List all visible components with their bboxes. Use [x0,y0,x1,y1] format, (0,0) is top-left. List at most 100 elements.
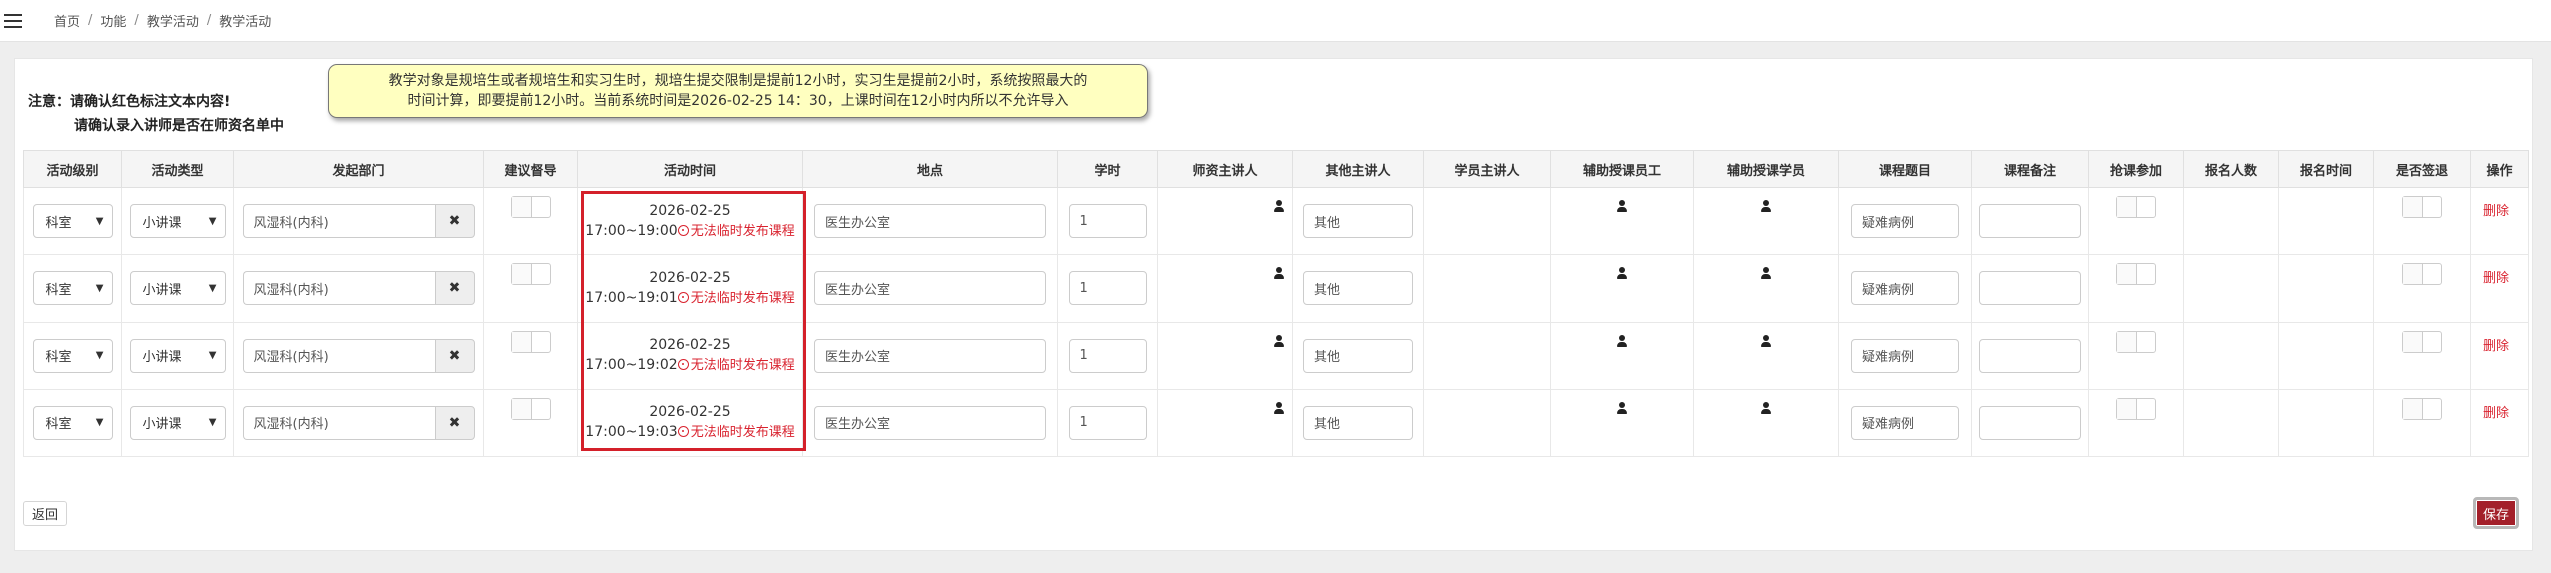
notice-line-2: 请确认录入讲师是否在师资名单中 [74,118,284,134]
signout-toggle[interactable] [2402,330,2442,353]
level-select[interactable]: 科室 ▼ [32,204,113,239]
supervise-cell [483,321,578,390]
other-speaker-input[interactable]: 其他 [1303,204,1413,239]
activity-time: 17:00~19:01 [585,289,678,306]
grab-course-toggle[interactable] [2116,397,2156,420]
user-icon[interactable] [1274,334,1284,347]
user-icon[interactable] [1617,267,1627,280]
time-warning: 无法临时发布课程 [690,425,795,441]
hours-input[interactable]: 1 [1068,338,1147,373]
dept-input[interactable]: 风湿科(内科) [242,338,435,373]
location-input[interactable]: 医生办公室 [814,338,1046,373]
enroll-time-cell [2278,321,2374,390]
location-cell: 医生办公室 [802,388,1058,458]
hours-cell: 1 [1057,321,1158,390]
user-icon[interactable] [1761,334,1771,347]
other-speaker-input[interactable]: 其他 [1303,271,1413,306]
user-icon[interactable] [1761,267,1771,280]
action-cell: 删除 [2470,321,2529,390]
hours-input[interactable]: 1 [1068,204,1147,239]
signout-cell [2373,388,2471,458]
grab-course-toggle[interactable] [2116,263,2156,286]
user-icon[interactable] [1617,200,1627,212]
warning-icon [677,426,689,438]
signout-toggle[interactable] [2402,196,2442,218]
note-cell [1971,186,2089,256]
level-cell: 科室 ▼ [23,254,122,323]
topic-input[interactable]: 疑难病例 [1851,405,1959,440]
signout-toggle[interactable] [2402,263,2442,286]
supervise-toggle[interactable] [510,330,551,353]
action-cell: 删除 [2470,254,2529,323]
dept-input[interactable]: 风湿科(内科) [242,204,435,239]
dept-cell: 风湿科(内科) ✖ [233,388,484,458]
type-select[interactable]: 小讲课 ▼ [129,271,226,306]
hours-input[interactable]: 1 [1068,271,1147,306]
type-select[interactable]: 小讲课 ▼ [129,405,226,440]
supervise-cell [483,186,578,256]
supervise-toggle[interactable] [510,196,551,218]
user-icon[interactable] [1617,334,1627,347]
user-icon[interactable] [1761,200,1771,212]
type-select[interactable]: 小讲课 ▼ [129,338,226,373]
note-input[interactable] [1979,405,2081,440]
activity-time: 17:00~19:00 [585,222,678,239]
activity-time: 17:00~19:02 [585,357,678,374]
column-header: 师资主讲人 [1157,150,1293,188]
breadcrumb-item[interactable]: 功能 [100,11,126,30]
level-select[interactable]: 科室 ▼ [32,271,113,306]
other-speaker-input[interactable]: 其他 [1303,405,1413,440]
time-warning: 无法临时发布课程 [690,290,795,306]
time-warning: 无法临时发布课程 [690,223,795,239]
chevron-down-icon: ▼ [208,282,217,294]
clear-icon[interactable]: ✖ [434,405,475,440]
delete-link[interactable]: 删除 [2483,200,2509,219]
column-header: 活动级别 [23,150,122,188]
breadcrumb-item[interactable]: 教学活动 [147,11,199,30]
warning-icon [677,224,689,236]
grab-course-toggle[interactable] [2116,330,2156,353]
signout-toggle[interactable] [2402,397,2442,420]
delete-link[interactable]: 删除 [2483,335,2509,354]
dept-input[interactable]: 风湿科(内科) [242,405,435,440]
clear-icon[interactable]: ✖ [434,271,475,306]
other-speaker-input[interactable]: 其他 [1303,338,1413,373]
delete-link[interactable]: 删除 [2483,402,2509,421]
assist-staff-cell [1550,388,1694,458]
back-button[interactable]: 返回 [23,501,67,526]
location-cell: 医生办公室 [802,254,1058,323]
location-input[interactable]: 医生办公室 [814,204,1046,239]
topic-input[interactable]: 疑难病例 [1851,271,1959,306]
supervise-toggle[interactable] [510,397,551,420]
menu-icon[interactable] [4,13,22,28]
time-warning: 无法临时发布课程 [690,358,795,374]
topic-input[interactable]: 疑难病例 [1851,204,1959,239]
user-icon[interactable] [1617,401,1627,414]
save-button[interactable]: 保存 [2473,497,2519,529]
clear-icon[interactable]: ✖ [434,338,475,373]
type-value: 小讲课 [142,282,182,298]
dept-input[interactable]: 风湿科(内科) [242,271,435,306]
enroll-count-cell [2183,388,2279,458]
user-icon[interactable] [1761,401,1771,414]
type-select[interactable]: 小讲课 ▼ [129,204,226,239]
column-header: 课程备注 [1971,150,2089,188]
note-input[interactable] [1979,338,2081,373]
user-icon[interactable] [1274,200,1284,212]
user-icon[interactable] [1274,267,1284,280]
hours-input[interactable]: 1 [1068,405,1147,440]
delete-link[interactable]: 删除 [2483,267,2509,286]
location-input[interactable]: 医生办公室 [814,405,1046,440]
level-select[interactable]: 科室 ▼ [32,338,113,373]
level-select[interactable]: 科室 ▼ [32,405,113,440]
supervise-toggle[interactable] [510,263,551,286]
user-icon[interactable] [1274,401,1284,414]
clear-icon[interactable]: ✖ [434,204,475,239]
breadcrumb-item[interactable]: 首页 [54,11,80,30]
note-input[interactable] [1979,204,2081,239]
grab-course-toggle[interactable] [2116,196,2156,218]
faculty-speaker-cell [1157,186,1293,256]
location-input[interactable]: 医生办公室 [814,271,1046,306]
note-input[interactable] [1979,271,2081,306]
topic-input[interactable]: 疑难病例 [1851,338,1959,373]
